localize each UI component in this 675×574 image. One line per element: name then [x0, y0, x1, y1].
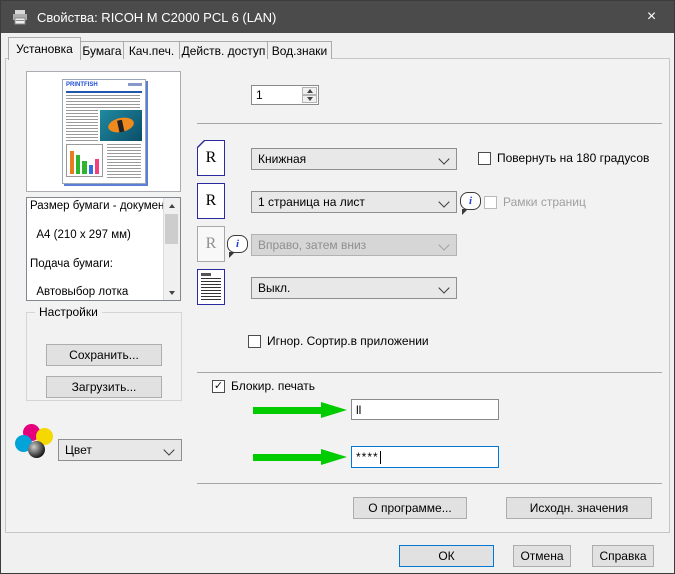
- orientation-page-icon: R: [197, 140, 225, 176]
- page-order-select: Вправо, затем вниз: [251, 234, 457, 256]
- color-mode-select[interactable]: Цвет: [58, 439, 182, 461]
- summary-line: Подача бумаги:: [30, 257, 113, 270]
- tab-setup[interactable]: Установка: [8, 37, 81, 60]
- tab-watermarks[interactable]: Вод.знаки: [267, 41, 332, 59]
- tab-paper[interactable]: Бумага: [80, 41, 124, 59]
- separator: [197, 483, 662, 484]
- user-id-input[interactable]: ll: [351, 399, 499, 420]
- text-caret: [379, 450, 381, 464]
- checkbox-box: [484, 195, 497, 209]
- separator: [197, 372, 662, 373]
- green-arrow-icon: [253, 402, 347, 418]
- password-input[interactable]: ****: [351, 446, 499, 468]
- page-order-page-icon: R: [197, 226, 225, 262]
- settings-group: Настройки Сохранить... Загрузить...: [26, 305, 182, 401]
- about-button[interactable]: О программе...: [353, 497, 467, 519]
- window-title: Свойства: RICOH M C2000 PCL 6 (LAN): [37, 9, 277, 25]
- cmyk-color-icon: [15, 424, 57, 462]
- rotate-180-checkbox[interactable]: Повернуть на 180 градусов: [478, 151, 649, 165]
- copies-value: 1: [256, 88, 263, 102]
- copies-stepper[interactable]: 1: [251, 85, 319, 105]
- green-arrow-icon: [253, 449, 347, 465]
- settings-group-title: Настройки: [35, 305, 102, 319]
- tab-label: Вод.знаки: [271, 43, 328, 58]
- ok-button[interactable]: ОК: [399, 545, 494, 567]
- chevron-down-icon: [438, 282, 450, 294]
- help-button[interactable]: Справка: [592, 545, 654, 567]
- tab-label: Бумага: [82, 43, 122, 58]
- summary-scrollbar[interactable]: [163, 198, 180, 300]
- print-preview: PRINTFISH: [26, 71, 181, 192]
- separator: [197, 123, 662, 124]
- close-icon[interactable]: ×: [629, 1, 674, 33]
- chevron-down-icon: [163, 444, 175, 456]
- chevron-down-icon: [438, 196, 450, 208]
- page-frames-checkbox: Рамки страниц: [484, 195, 586, 209]
- cancel-button[interactable]: Отмена: [513, 545, 571, 567]
- ignore-collate-checkbox[interactable]: Игнор. Сортир.в приложении: [248, 334, 429, 348]
- chevron-down-icon: [438, 239, 450, 251]
- orientation-select[interactable]: Книжная: [251, 148, 457, 170]
- chevron-down-icon: [438, 153, 450, 165]
- printer-icon: [13, 10, 27, 25]
- duplex-page-icon: [197, 269, 225, 305]
- locked-print-checkbox[interactable]: ✓ Блокир. печать: [212, 379, 315, 393]
- scrollbar-thumb[interactable]: [165, 214, 178, 244]
- preview-bar-chart: [66, 144, 103, 177]
- summary-line: Автовыбор лотка: [30, 286, 129, 299]
- checkbox-box[interactable]: ✓: [212, 379, 225, 393]
- layout-page-icon: R: [197, 183, 225, 219]
- summary-line: Размер бумаги - документ: [30, 200, 163, 212]
- tab-label: Действ. доступ: [181, 43, 266, 58]
- scroll-up-icon[interactable]: [164, 198, 179, 213]
- scroll-down-icon[interactable]: [164, 285, 179, 300]
- preview-page: PRINTFISH: [62, 79, 146, 184]
- titlebar: Свойства: RICOH M C2000 PCL 6 (LAN) ×: [1, 1, 674, 33]
- tab-label: Установка: [16, 42, 73, 56]
- info-bubble-icon: i: [460, 192, 481, 215]
- summary-line: А4 (210 x 297 мм): [30, 228, 131, 241]
- spin-down-icon[interactable]: [302, 95, 317, 103]
- save-button[interactable]: Сохранить...: [46, 344, 162, 366]
- tab-print-quality[interactable]: Кач.печ.: [123, 41, 180, 59]
- layout-select[interactable]: 1 страница на лист: [251, 191, 457, 213]
- defaults-button[interactable]: Исходн. значения: [506, 497, 652, 519]
- printer-properties-dialog: Свойства: RICOH M C2000 PCL 6 (LAN) × Ус…: [0, 0, 675, 574]
- checkbox-box[interactable]: [248, 334, 261, 348]
- settings-summary-list: Размер бумаги - документ А4 (210 x 297 м…: [26, 197, 181, 301]
- load-button[interactable]: Загрузить...: [46, 376, 162, 398]
- preview-fish-image: [100, 110, 142, 141]
- info-bubble-icon: i: [227, 235, 248, 258]
- tab-valid-access[interactable]: Действ. доступ: [179, 41, 268, 59]
- preview-masthead: PRINTFISH: [66, 82, 98, 88]
- duplex-select[interactable]: Выкл.: [251, 277, 457, 299]
- spin-up-icon[interactable]: [302, 87, 317, 95]
- tab-label: Кач.печ.: [128, 43, 175, 58]
- checkbox-box[interactable]: [478, 151, 491, 165]
